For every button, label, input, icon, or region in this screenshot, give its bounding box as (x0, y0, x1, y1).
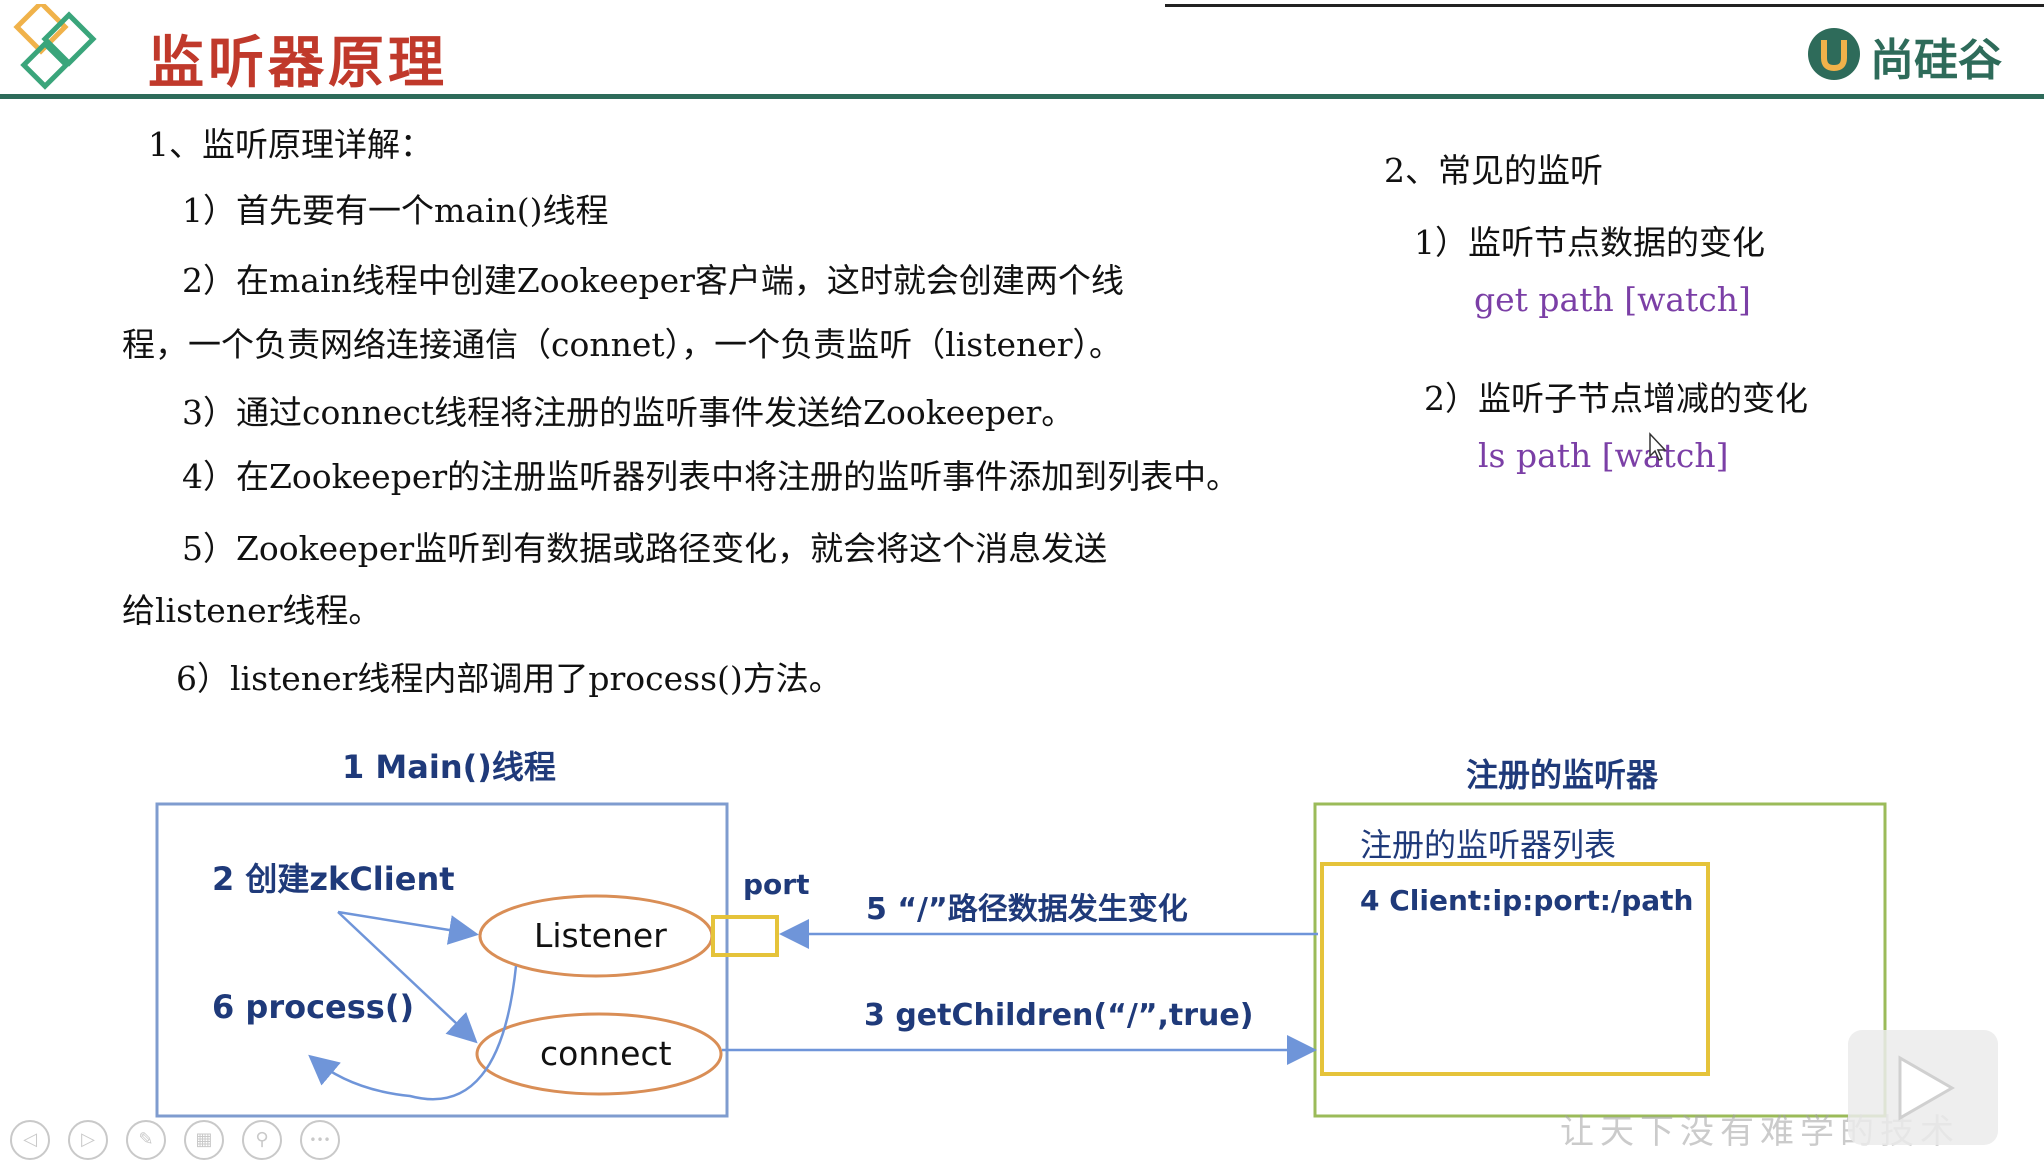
arrow-5-label: 5 “/”路径数据发生变化 (866, 892, 1188, 927)
top-divider (1165, 4, 2044, 7)
pen-icon[interactable]: ✎ (126, 1120, 166, 1160)
step-3: 3）通过connect线程将注册的监听事件发送给Zookeeper。 (182, 393, 1075, 432)
step-5-line-2: 给listener线程。 (122, 591, 382, 630)
more-icon[interactable]: ••• (300, 1120, 340, 1160)
listener-item-2: 2）监听子节点增减的变化 (1424, 379, 1808, 418)
listener-list-entry: 4 Client:ip:port:/path (1360, 884, 1694, 917)
back-icon[interactable]: ◁ (10, 1120, 50, 1160)
section-heading: 2、常见的监听 (1384, 151, 1603, 190)
section-heading: 1、监听原理详解： (148, 125, 433, 164)
process-label: 6 process() (212, 988, 415, 1026)
step-5-line-1: 5）Zookeeper监听到有数据或路径变化，就会将这个消息发送 (182, 529, 1108, 568)
step-6: 6）listener线程内部调用了process()方法。 (176, 659, 842, 698)
brand-u-icon (1808, 28, 1860, 80)
arrow-3-label: 3 getChildren(“/”,true) (864, 998, 1254, 1033)
slide-toolbar: ◁ ▷ ✎ ▦ ⚲ ••• (0, 1114, 360, 1160)
port-label: port (743, 868, 810, 901)
video-play-button[interactable] (1848, 1030, 1998, 1145)
create-zkclient-label: 2 创建zkClient (212, 860, 455, 898)
port-box (711, 915, 779, 957)
slide-header: 监听器原理 尚硅谷 (0, 0, 2044, 100)
mouse-cursor-icon (1649, 432, 1667, 461)
listener-diagram: 1 Main()线程 注册的监听器 2 创建zkClient 6 process… (0, 720, 2044, 1120)
step-2-line-1: 2）在main线程中创建Zookeeper客户端，这时就会创建两个线 (182, 261, 1124, 300)
step-2-line-2: 程，一个负责网络连接通信（connet），一个负责监听（listener）。 (122, 325, 1123, 364)
listener-node-label: Listener (534, 916, 667, 955)
page-title: 监听器原理 (148, 30, 448, 96)
diamond-logo-icon (13, 4, 97, 90)
grid-icon[interactable]: ▦ (184, 1120, 224, 1160)
listener-list-title: 注册的监听器列表 (1360, 826, 1617, 864)
listener-item-1: 1）监听节点数据的变化 (1414, 223, 1765, 262)
zoom-icon[interactable]: ⚲ (242, 1120, 282, 1160)
connect-node-label: connect (540, 1034, 672, 1073)
get-path-command: get path [watch] (1474, 280, 1751, 319)
forward-icon[interactable]: ▷ (68, 1120, 108, 1160)
brand-logo-text: 尚硅谷 (1870, 35, 2002, 86)
step-4: 4）在Zookeeper的注册监听器列表中将注册的监听事件添加到列表中。 (182, 457, 1240, 496)
ls-path-command: ls path [watch] (1478, 436, 1729, 475)
step-1: 1）首先要有一个main()线程 (182, 191, 609, 230)
header-divider (0, 94, 2044, 99)
play-icon (1898, 1055, 1956, 1121)
